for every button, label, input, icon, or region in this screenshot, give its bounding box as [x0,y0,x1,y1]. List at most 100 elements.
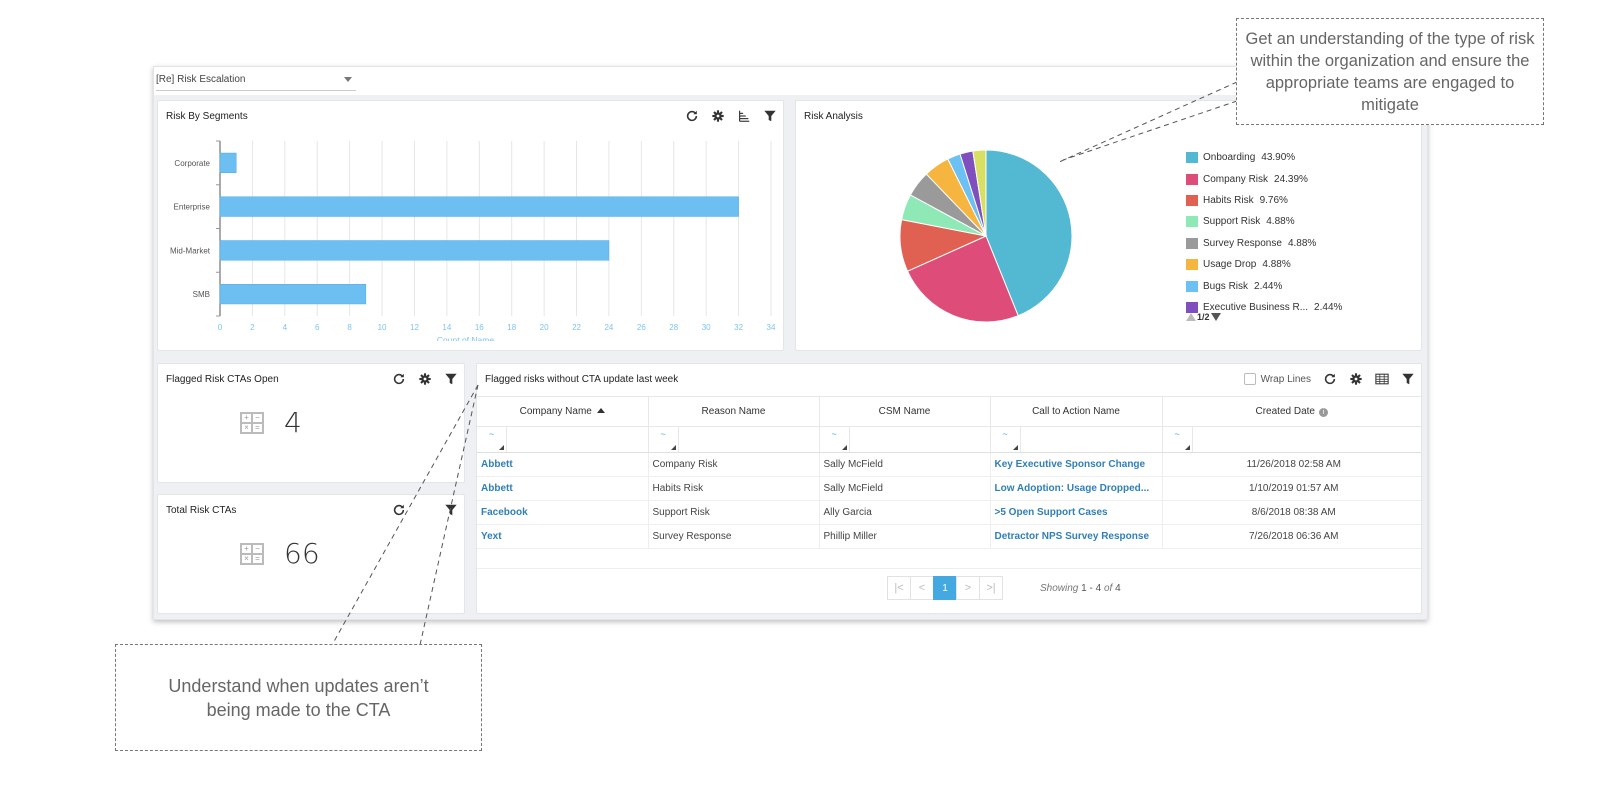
x-tick-label: 28 [669,323,678,332]
x-tick-label: 0 [218,323,223,332]
legend-item[interactable]: Company Risk24.39% [1186,168,1342,189]
table-empty-row [477,549,1421,569]
column-header-call-to-action-name[interactable]: Call to Action Name [990,397,1162,427]
metric-value: 66 [284,537,320,570]
annotation-risk-types: Get an understanding of the type of risk… [1236,18,1544,125]
bar[interactable] [220,197,739,217]
refresh-icon[interactable] [1323,372,1337,386]
filter-row: ~ ~ ~ ~ ~ [477,427,1421,453]
filter-operator-icon[interactable]: ~ [661,429,666,439]
bar[interactable] [220,241,609,261]
gear-icon[interactable] [1349,372,1363,386]
filter-icon[interactable] [444,372,458,386]
sort-icon[interactable] [737,109,751,123]
legend-percent: 4.88% [1266,216,1294,227]
created-date-cell: 1/10/2019 01:57 AM [1162,477,1421,501]
cell-link[interactable]: Abbett [481,483,513,494]
cell-link[interactable]: >5 Open Support Cases [995,507,1108,518]
x-tick-label: 16 [475,323,484,332]
filter-operator-icon[interactable]: ~ [489,429,494,439]
filter-operator-icon[interactable]: ~ [832,429,837,439]
filter-icon[interactable] [444,503,458,517]
table-row[interactable]: YextSurvey ResponsePhillip MillerDetract… [477,525,1421,549]
column-filter[interactable]: ~ [990,427,1162,453]
table-row[interactable]: AbbettHabits RiskSally McFieldLow Adopti… [477,477,1421,501]
metric-value: 4 [284,406,302,439]
calc-glyph: + [241,544,252,554]
legend-item[interactable]: Bugs Risk2.44% [1186,275,1342,296]
column-header-csm-name[interactable]: CSM Name [819,397,990,427]
next-page-button[interactable]: > [956,576,980,600]
x-tick-label: 24 [604,323,613,332]
wrap-lines-checkbox[interactable] [1244,373,1256,385]
legend-item[interactable]: Onboarding43.90% [1186,147,1342,168]
cell-link[interactable]: Facebook [481,507,528,518]
legend-item[interactable]: Support Risk4.88% [1186,211,1342,232]
gear-icon[interactable] [418,372,432,386]
legend-item[interactable]: Habits Risk9.76% [1186,190,1342,211]
csm-name-cell: Sally McField [819,477,990,501]
table-header-row: Company Name Reason Name CSM Name Call t… [477,397,1421,427]
total-risk-ctas-card: Total Risk CTAs + − × = 66 [157,494,465,614]
info-icon[interactable]: i [1319,408,1328,417]
cell-text: Sally McField [824,459,883,470]
cta-name-cell[interactable]: >5 Open Support Cases [990,501,1162,525]
table-row[interactable]: FacebookSupport RiskAlly Garcia>5 Open S… [477,501,1421,525]
cta-name-cell[interactable]: Detractor NPS Survey Response [990,525,1162,549]
column-filter[interactable]: ~ [819,427,990,453]
column-filter[interactable]: ~ [648,427,819,453]
company-name-cell[interactable]: Abbett [477,453,648,477]
calc-glyph: + [241,413,252,423]
cell-text: 1/10/2019 01:57 AM [1249,483,1339,494]
empty-cell [648,549,819,569]
calc-glyph: × [241,554,252,564]
legend-next-icon[interactable] [1211,313,1221,321]
wrap-lines-toggle[interactable]: Wrap Lines [1244,373,1311,385]
gear-icon[interactable] [711,109,725,123]
legend-item[interactable]: Usage Drop4.88% [1186,254,1342,275]
column-header-company-name[interactable]: Company Name [477,397,648,427]
bar[interactable] [220,153,236,173]
refresh-icon[interactable] [392,503,406,517]
y-category-label: Corporate [174,159,210,168]
filter-icon[interactable] [1401,372,1415,386]
bar[interactable] [220,284,366,304]
refresh-icon[interactable] [685,109,699,123]
company-name-cell[interactable]: Yext [477,525,648,549]
cell-link[interactable]: Low Adoption: Usage Dropped... [995,483,1150,494]
company-name-cell[interactable]: Abbett [477,477,648,501]
annotation-text: Understand when updates aren’t being mad… [146,674,451,722]
table-row[interactable]: Abbett Company Risk Sally McField Key Execu… [477,453,1421,477]
legend-item[interactable]: Survey Response4.88% [1186,233,1342,254]
first-page-button[interactable]: |< [887,576,911,600]
pie-legend: Onboarding43.90%Company Risk24.39%Habits… [1186,147,1342,322]
filter-icon[interactable] [763,109,777,123]
filter-operator-icon[interactable]: ~ [1003,429,1008,439]
risk-analysis-card: Risk Analysis Onboarding43.90%Company Ri… [795,100,1422,351]
cell-text: Sally McField [824,483,883,494]
cell-link[interactable]: Key Executive Sponsor Change [995,459,1146,470]
page-button[interactable]: 1 [933,576,957,600]
column-header-reason-name[interactable]: Reason Name [648,397,819,427]
cell-link[interactable]: Detractor NPS Survey Response [995,531,1150,542]
cell-link[interactable]: Abbett [481,459,513,470]
company-name-cell[interactable]: Facebook [477,501,648,525]
cta-name-cell[interactable]: Low Adoption: Usage Dropped... [990,477,1162,501]
table-columns-icon[interactable] [1375,372,1389,386]
dashboard-selector-value: [Re] Risk Escalation [156,74,245,85]
cell-link[interactable]: Yext [481,531,502,542]
dashboard-selector[interactable]: [Re] Risk Escalation [156,71,356,91]
cta-name-cell[interactable]: Key Executive Sponsor Change [990,453,1162,477]
legend-swatch [1186,238,1198,249]
column-filter[interactable]: ~ [477,427,648,453]
refresh-icon[interactable] [392,372,406,386]
filter-operator-icon[interactable]: ~ [1175,429,1180,439]
legend-prev-icon[interactable] [1186,313,1196,321]
pagination: |< < 1 > >| Showing 1 - 4 of 4 [887,576,1121,600]
column-header-created-date[interactable]: Created Datei [1162,397,1421,427]
calc-glyph: × [241,423,252,433]
column-filter[interactable]: ~ [1162,427,1421,453]
cell-text: Company Risk [653,459,718,470]
prev-page-button[interactable]: < [910,576,934,600]
last-page-button[interactable]: >| [979,576,1003,600]
